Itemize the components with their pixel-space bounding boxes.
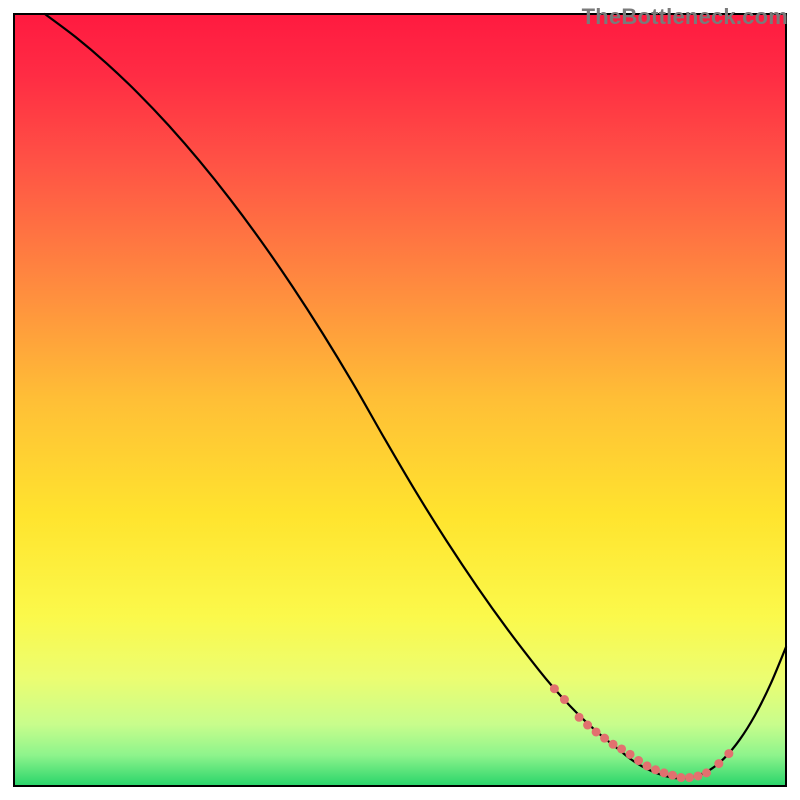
highlight-dot [550, 684, 559, 693]
chart-stage: TheBottleneck.com [0, 0, 800, 800]
highlight-dot [634, 756, 643, 765]
highlight-dot [575, 713, 584, 722]
gradient-background [14, 14, 786, 786]
highlight-dot [714, 759, 723, 768]
highlight-dot [677, 773, 686, 782]
highlight-dot [643, 761, 652, 770]
highlight-dot [600, 734, 609, 743]
highlight-dot [617, 744, 626, 753]
highlight-dot [685, 773, 694, 782]
highlight-dot [560, 695, 569, 704]
highlight-dot [693, 771, 702, 780]
bottleneck-chart [0, 0, 800, 800]
highlight-dot [702, 768, 711, 777]
watermark-text: TheBottleneck.com [582, 4, 788, 30]
highlight-dot [660, 768, 669, 777]
highlight-dot [668, 771, 677, 780]
highlight-dot [651, 765, 660, 774]
highlight-dot [609, 740, 618, 749]
highlight-dot [626, 750, 635, 759]
highlight-dot [724, 749, 733, 758]
highlight-dot [583, 721, 592, 730]
highlight-dot [592, 727, 601, 736]
